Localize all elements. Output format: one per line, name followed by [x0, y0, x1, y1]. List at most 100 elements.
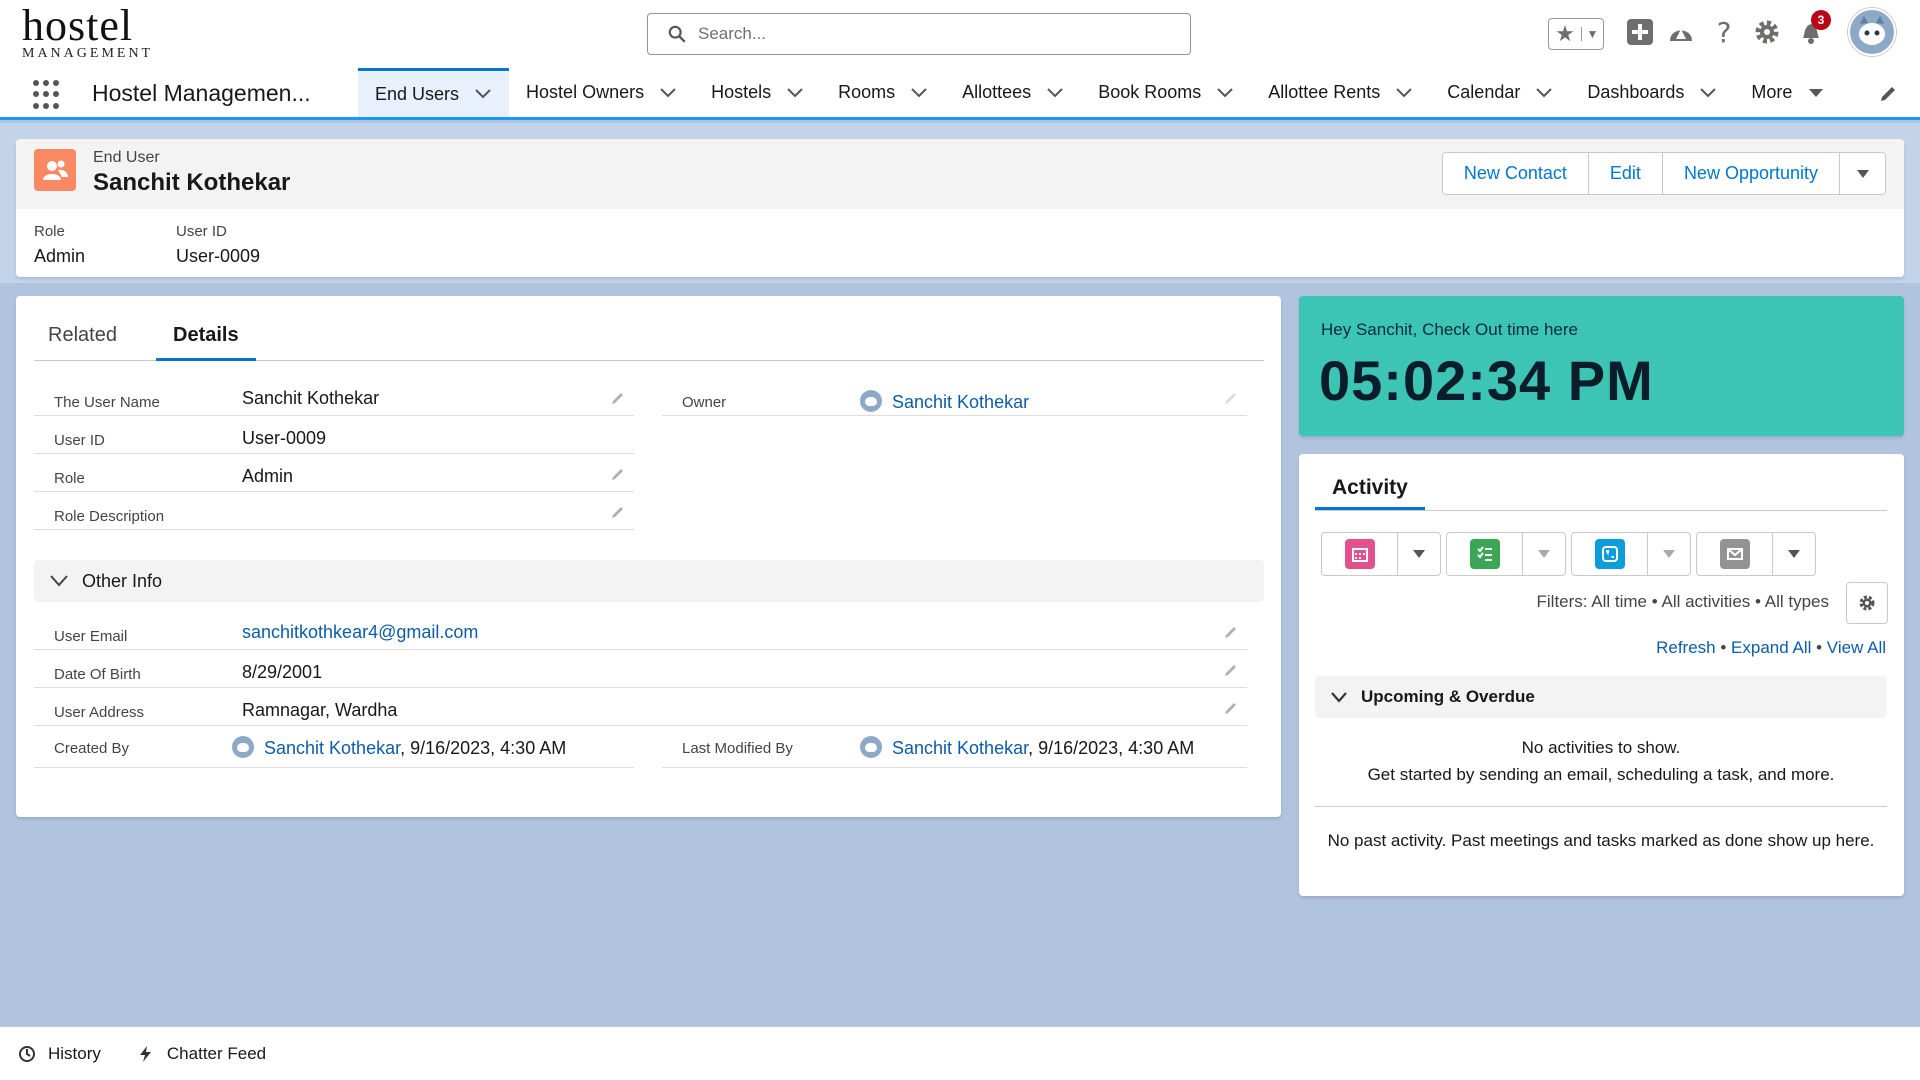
send-email-button[interactable]	[1696, 532, 1816, 576]
new-event-action[interactable]	[1322, 533, 1398, 575]
edit-pencil-icon[interactable]	[1223, 624, 1239, 640]
chevron-down-icon[interactable]	[1047, 87, 1063, 98]
modifier-avatar	[860, 736, 882, 758]
chevron-down-icon[interactable]	[1396, 87, 1413, 98]
log-call-action[interactable]	[1572, 533, 1648, 575]
owner-link[interactable]: Sanchit Kothekar	[892, 392, 1029, 412]
trailhead-icon	[1670, 29, 1692, 41]
nav-tab-allottee-rents[interactable]: Allottee Rents	[1251, 68, 1430, 117]
nav-tab-allottees[interactable]: Allottees	[945, 68, 1081, 117]
new-event-button[interactable]	[1321, 532, 1441, 576]
hostel-management-logo[interactable]: hostel MANAGEMENT	[22, 4, 162, 62]
chevron-down-icon[interactable]	[475, 89, 491, 99]
highlight-value: User-0009	[176, 246, 261, 266]
nav-tab-more[interactable]: More	[1734, 68, 1842, 117]
tab-activity[interactable]: Activity	[1315, 476, 1425, 510]
field-label: User Email	[54, 628, 128, 645]
record-highlights-panel: End User Sanchit Kothekar New Contact Ed…	[16, 139, 1904, 277]
search-input[interactable]	[698, 24, 1178, 44]
nav-tab-hostel-owners[interactable]: Hostel Owners	[509, 68, 694, 117]
nav-tab-rooms[interactable]: Rooms	[821, 68, 945, 117]
chevron-down-icon[interactable]	[1700, 87, 1717, 98]
app-navigation-bar: Hostel Managemen... End Users Hostel Own…	[0, 68, 1920, 120]
global-search[interactable]	[647, 13, 1191, 55]
global-actions-button[interactable]	[1622, 14, 1658, 50]
nav-tab-label: More	[1751, 82, 1793, 102]
edit-pencil-icon[interactable]	[610, 504, 626, 520]
search-icon	[668, 25, 686, 43]
nav-tab-book-rooms[interactable]: Book Rooms	[1081, 68, 1251, 117]
log-call-button[interactable]	[1571, 532, 1691, 576]
edit-pencil-icon[interactable]	[610, 466, 626, 482]
notifications-button[interactable]: 3	[1793, 10, 1831, 50]
edit-pencil-icon[interactable]	[610, 390, 626, 406]
history-utility[interactable]: History	[18, 1044, 101, 1064]
setup-button[interactable]	[1749, 14, 1785, 50]
divider	[1315, 510, 1887, 511]
caret-down-icon[interactable]	[1648, 533, 1690, 575]
nav-tab-end-users[interactable]: End Users	[358, 68, 510, 117]
help-button[interactable]: ?	[1706, 14, 1742, 50]
upcoming-title: Upcoming & Overdue	[1361, 687, 1535, 706]
created-by-link[interactable]: Sanchit Kothekar	[264, 738, 400, 758]
expand-all-link[interactable]: Expand All	[1731, 638, 1811, 657]
chevron-down-icon[interactable]	[1536, 87, 1553, 98]
nav-tab-calendar[interactable]: Calendar	[1430, 68, 1570, 117]
chevron-down-icon[interactable]	[1217, 87, 1233, 98]
edit-button[interactable]: Edit	[1588, 153, 1663, 194]
field-value: Sanchit Kothekar, 9/16/2023, 4:30 AM	[860, 736, 1194, 759]
activity-settings-button[interactable]	[1846, 582, 1888, 624]
view-all-link[interactable]: View All	[1827, 638, 1886, 657]
star-icon[interactable]: ★	[1549, 21, 1581, 47]
creator-avatar	[232, 736, 254, 758]
new-task-button[interactable]	[1446, 532, 1566, 576]
modified-by-link[interactable]: Sanchit Kothekar	[892, 738, 1028, 758]
chatter-label: Chatter Feed	[166, 1043, 267, 1063]
section-title: Other Info	[82, 570, 163, 591]
email-link[interactable]: sanchitkothkear4@gmail.com	[242, 622, 478, 642]
field-label: Role	[54, 470, 85, 487]
global-header: hostel MANAGEMENT ★ ▼ ? 3	[0, 0, 1920, 68]
no-activities-hint: Get started by sending an email, schedul…	[1367, 765, 1835, 784]
send-email-action[interactable]	[1697, 533, 1773, 575]
nav-tab-dashboards[interactable]: Dashboards	[1570, 68, 1734, 117]
tab-related[interactable]: Related	[48, 324, 117, 361]
checkout-clock: 05:02:34 PM	[1319, 349, 1654, 412]
chevron-down-icon[interactable]	[911, 87, 927, 98]
refresh-link[interactable]: Refresh	[1656, 638, 1716, 657]
activity-filters-text[interactable]: Filters: All time • All activities • All…	[1537, 592, 1830, 612]
nav-tab-label: Hostel Owners	[526, 82, 645, 102]
change-owner-icon[interactable]	[1223, 390, 1239, 406]
field-value: Sanchit Kothekar, 9/16/2023, 4:30 AM	[232, 736, 566, 759]
chevron-down-icon[interactable]	[660, 87, 676, 98]
section-other-info[interactable]: Other Info	[34, 560, 1264, 602]
calendar-icon	[1344, 539, 1375, 569]
highlight-user-id: User ID User-0009	[176, 223, 260, 267]
caret-down-icon[interactable]	[1523, 533, 1565, 575]
no-activities-message: No activities to show. Get started by se…	[1315, 734, 1887, 788]
chevron-down-icon	[50, 575, 68, 587]
caret-down-icon[interactable]	[1773, 533, 1815, 575]
chatter-feed-utility[interactable]: Chatter Feed	[137, 1044, 266, 1064]
favorites-button[interactable]: ★ ▼	[1548, 18, 1604, 50]
new-task-action[interactable]	[1447, 533, 1523, 575]
edit-pencil-icon[interactable]	[1223, 662, 1239, 678]
upcoming-overdue-section[interactable]: Upcoming & Overdue	[1315, 676, 1887, 718]
app-launcher-icon[interactable]	[33, 80, 63, 110]
chevron-down-icon[interactable]	[787, 87, 803, 98]
new-opportunity-button[interactable]: New Opportunity	[1662, 153, 1840, 194]
edit-pencil-icon[interactable]	[1223, 700, 1239, 716]
call-icon	[1594, 539, 1625, 569]
separator: •	[1715, 638, 1732, 657]
trailhead-button[interactable]	[1663, 14, 1699, 50]
nav-tab-label: Hostels	[711, 82, 772, 102]
caret-down-icon[interactable]	[1398, 533, 1440, 575]
user-avatar[interactable]	[1848, 8, 1896, 56]
more-actions-button[interactable]	[1840, 153, 1885, 194]
edit-nav-pencil-icon[interactable]	[1878, 84, 1898, 104]
highlight-label: Role	[34, 223, 65, 240]
new-contact-button[interactable]: New Contact	[1442, 153, 1589, 194]
tab-details[interactable]: Details	[156, 324, 256, 361]
nav-tab-hostels[interactable]: Hostels	[694, 68, 821, 117]
favorites-dropdown-icon[interactable]: ▼	[1581, 27, 1603, 41]
